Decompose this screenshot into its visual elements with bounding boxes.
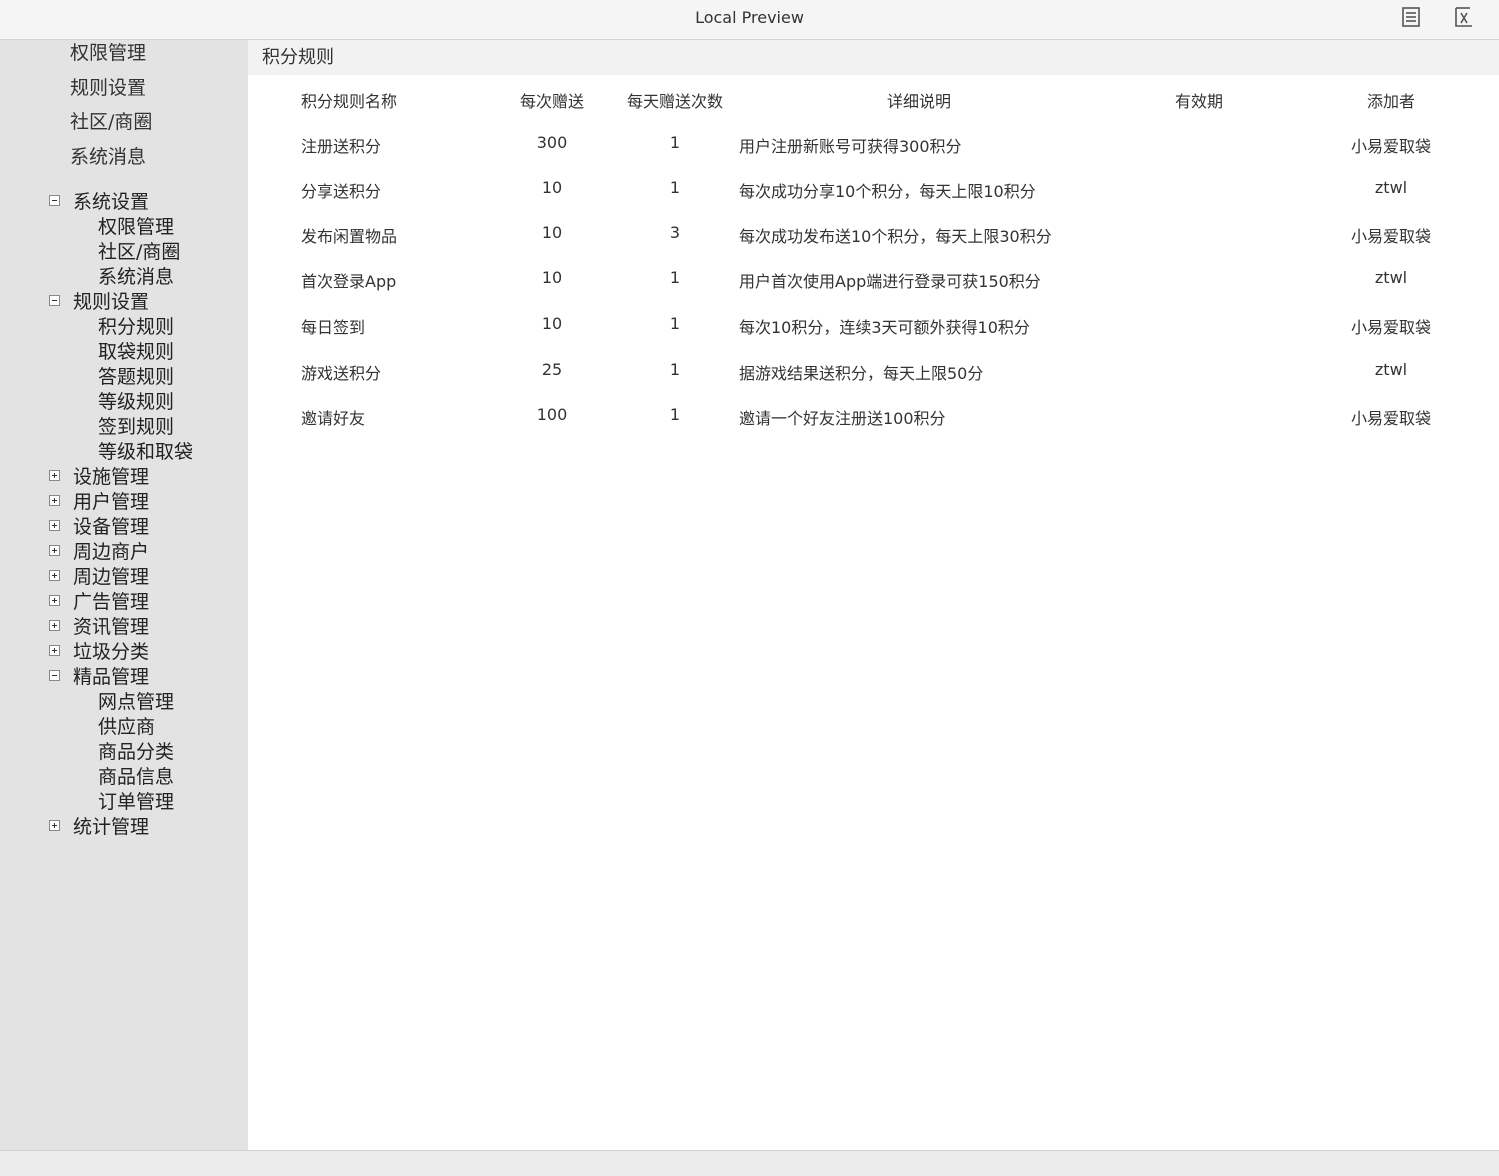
expand-toggle-icon[interactable] <box>49 645 60 656</box>
expand-toggle-icon[interactable] <box>49 520 60 531</box>
main-panel: 积分规则 积分规则名称 每次赠送 每天赠送次数 详细说明 有效期 添加者注册送积分 300 1… <box>248 40 1499 1150</box>
expand-toggle-icon[interactable] <box>49 595 60 606</box>
cell-adder: 小易爱取袋 <box>1350 227 1431 246</box>
cell-rule-name: 分享送积分 <box>301 182 382 201</box>
cell-daily-count: 1 <box>669 133 681 152</box>
expand-toggle-icon[interactable] <box>49 820 60 831</box>
header-adder: 添加者 <box>1366 92 1415 111</box>
cell-rule-name: 发布闲置物品 <box>301 227 398 246</box>
cell-daily-count: 1 <box>669 178 681 197</box>
cell-adder: ztwl <box>1374 268 1408 287</box>
expand-toggle-icon[interactable] <box>49 545 60 556</box>
quick-link-permissions[interactable]: 权限管理 <box>70 40 146 65</box>
nav-item[interactable]: 权限管理 <box>98 212 174 239</box>
cell-rule-name: 注册送积分 <box>301 137 382 156</box>
nav-group[interactable]: 周边商户 <box>73 537 149 564</box>
quick-link-messages[interactable]: 系统消息 <box>70 142 146 169</box>
nav-group[interactable]: 设备管理 <box>73 512 149 539</box>
nav-item[interactable]: 网点管理 <box>98 687 174 714</box>
nav-group[interactable]: 精品管理 <box>73 662 149 689</box>
nav-group[interactable]: 广告管理 <box>73 587 149 614</box>
cell-per-grant: 10 <box>541 314 563 333</box>
nav-group[interactable]: 设施管理 <box>73 462 149 489</box>
cell-rule-name: 首次登录App <box>301 272 397 291</box>
nav-item[interactable]: 订单管理 <box>98 787 174 814</box>
cell-per-grant: 10 <box>541 178 563 197</box>
cell-description: 据游戏结果送积分，每天上限50分 <box>739 364 984 383</box>
header-validity: 有效期 <box>1174 92 1223 111</box>
cell-description: 每次10积分，连续3天可额外获得10积分 <box>739 318 1030 337</box>
cell-adder: 小易爱取袋 <box>1350 409 1431 428</box>
cell-per-grant: 10 <box>541 268 563 287</box>
cell-rule-name: 邀请好友 <box>301 409 366 428</box>
quick-link-community[interactable]: 社区/商圈 <box>70 107 152 134</box>
quick-link-rules[interactable]: 规则设置 <box>70 73 146 100</box>
nav-item[interactable]: 等级规则 <box>98 387 174 414</box>
header-description: 详细说明 <box>886 92 951 111</box>
cell-description: 邀请一个好友注册送100积分 <box>739 409 946 428</box>
window-title: Local Preview <box>695 8 804 27</box>
collapse-toggle-icon[interactable] <box>49 195 60 206</box>
notes-icon[interactable] <box>1400 6 1422 28</box>
cell-description: 用户首次使用App端进行登录可获150积分 <box>739 272 1041 291</box>
cell-adder: 小易爱取袋 <box>1350 137 1431 156</box>
nav-group[interactable]: 资讯管理 <box>73 612 149 639</box>
nav-item[interactable]: 取袋规则 <box>98 337 174 364</box>
cell-description: 每次成功分享10个积分，每天上限10积分 <box>739 182 1036 201</box>
nav-item[interactable]: 积分规则 <box>98 312 174 339</box>
cell-daily-count: 1 <box>669 360 681 379</box>
collapse-toggle-icon[interactable] <box>49 670 60 681</box>
title-bar: Local Preview <box>0 0 1499 40</box>
cell-adder: 小易爱取袋 <box>1350 318 1431 337</box>
nav-item[interactable]: 等级和取袋 <box>98 437 193 464</box>
header-daily-count: 每天赠送次数 <box>626 92 723 111</box>
nav-item[interactable]: 签到规则 <box>98 412 174 439</box>
cell-adder: ztwl <box>1374 360 1408 379</box>
cell-rule-name: 游戏送积分 <box>301 364 382 383</box>
nav-group[interactable]: 统计管理 <box>73 812 149 839</box>
nav-group[interactable]: 周边管理 <box>73 562 149 589</box>
nav-item[interactable]: 系统消息 <box>98 262 174 289</box>
cell-per-grant: 300 <box>536 133 568 152</box>
cell-daily-count: 1 <box>669 405 681 424</box>
expand-toggle-icon[interactable] <box>49 570 60 581</box>
nav-item[interactable]: 商品分类 <box>98 737 174 764</box>
header-rule-name: 积分规则名称 <box>301 92 398 111</box>
cell-per-grant: 10 <box>541 223 563 242</box>
cell-daily-count: 3 <box>669 223 681 242</box>
expand-toggle-icon[interactable] <box>49 620 60 631</box>
nav-group[interactable]: 用户管理 <box>73 487 149 514</box>
status-bar <box>0 1150 1499 1176</box>
page-title: 积分规则 <box>262 47 334 68</box>
nav-item[interactable]: 答题规则 <box>98 362 174 389</box>
nav-group[interactable]: 垃圾分类 <box>73 637 149 664</box>
collapse-toggle-icon[interactable] <box>49 295 60 306</box>
cell-description: 用户注册新账号可获得300积分 <box>739 137 962 156</box>
sidebar: 权限管理 规则设置 社区/商圈 系统消息 系统设置 权限管理 社区/商圈 系统消息 规则… <box>0 40 248 1150</box>
nav-group[interactable]: 系统设置 <box>73 187 149 214</box>
page-header: 积分规则 <box>248 40 1499 75</box>
cell-per-grant: 25 <box>541 360 563 379</box>
nav-item[interactable]: 社区/商圈 <box>98 237 180 264</box>
cell-description: 每次成功发布送10个积分，每天上限30积分 <box>739 227 1052 246</box>
nav-item[interactable]: 供应商 <box>98 712 155 739</box>
cell-rule-name: 每日签到 <box>301 318 366 337</box>
cell-daily-count: 1 <box>669 268 681 287</box>
formula-icon[interactable] <box>1452 6 1474 28</box>
expand-toggle-icon[interactable] <box>49 470 60 481</box>
cell-per-grant: 100 <box>536 405 568 424</box>
nav-group[interactable]: 规则设置 <box>73 287 149 314</box>
nav-item[interactable]: 商品信息 <box>98 762 174 789</box>
header-per-grant: 每次赠送 <box>519 92 584 111</box>
cell-daily-count: 1 <box>669 314 681 333</box>
cell-adder: ztwl <box>1374 178 1408 197</box>
expand-toggle-icon[interactable] <box>49 495 60 506</box>
